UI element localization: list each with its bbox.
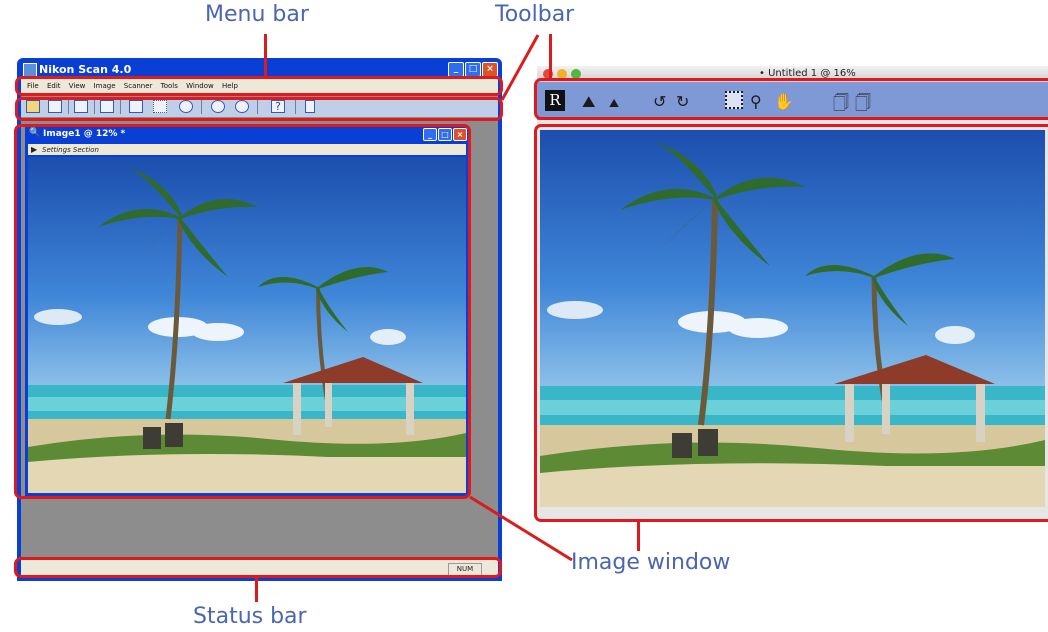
leader-lines-diagonal <box>469 34 573 562</box>
